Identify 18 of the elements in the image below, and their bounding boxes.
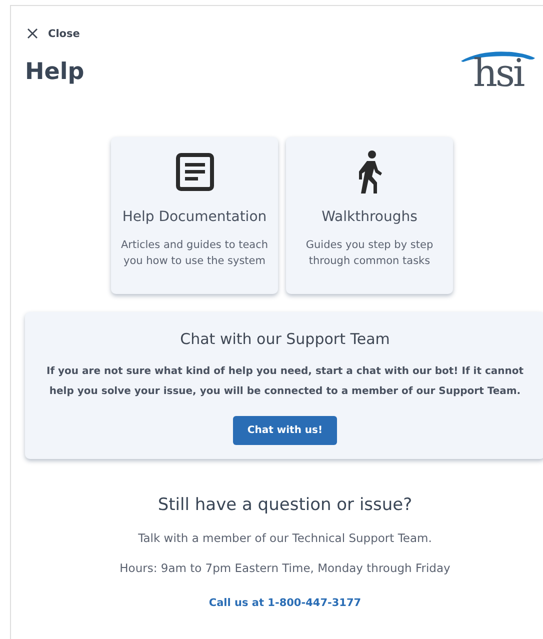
contact-info: Talk with a member of our Technical Support Team. <box>137 531 433 545</box>
help-option-card[interactable]: Help Documentation Articles and guides to teach you how to use the system <box>111 137 278 294</box>
card-title: Help Documentation <box>122 209 267 225</box>
card-description: Guides you step by step through common tasks <box>304 238 434 269</box>
card-description: Articles and guides to teach you how to use the system <box>120 238 270 269</box>
phone-link[interactable]: Call us at 1-800-447-3177 <box>208 597 362 609</box>
page-title: Help <box>25 59 84 85</box>
chat-button[interactable]: Chat with us! <box>233 416 337 445</box>
card-title: Walkthroughs <box>322 209 418 225</box>
help-option-card[interactable]: Walkthroughs Guides you step by step through common tasks <box>286 137 453 294</box>
contact-title: Still have a question or issue? <box>156 495 414 515</box>
contact-info: Hours: 9am to 7pm Eastern Time, Monday through Friday <box>118 561 452 575</box>
chat-title: Chat with our Support Team <box>179 330 391 348</box>
document-icon <box>174 152 214 192</box>
chat-description: If you are not sure what kind of help you need, start a chat with our bot! If it cannot help you solve your issue, you will be connected to a member of our Support Team. <box>45 365 525 399</box>
close-icon <box>27 28 38 39</box>
company-logo: hsi <box>461 49 535 95</box>
close-button[interactable]: Close <box>25 26 82 42</box>
